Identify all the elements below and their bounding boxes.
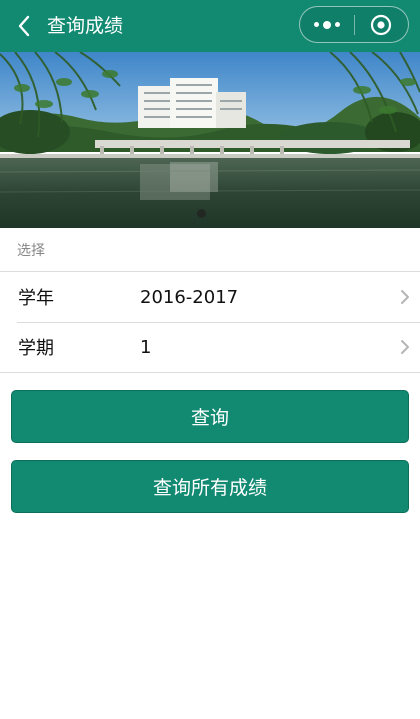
- picker-list: 学年 2016-2017 学期 1: [0, 271, 420, 373]
- campus-lake-image: [0, 52, 420, 228]
- semester-label: 学期: [18, 338, 54, 359]
- more-dots-icon: [313, 20, 340, 29]
- academic-year-label: 学年: [18, 288, 54, 309]
- academic-year-value: 2016-2017: [140, 286, 239, 308]
- chevron-right-icon: [390, 339, 420, 355]
- academic-year-picker[interactable]: 学年 2016-2017: [0, 272, 420, 322]
- mini-program-capsule: [299, 6, 409, 43]
- more-button[interactable]: [300, 7, 354, 42]
- page-title: 查询成绩: [47, 15, 124, 37]
- campus-banner[interactable]: [0, 52, 420, 228]
- semester-picker[interactable]: 学期 1: [0, 322, 420, 372]
- section-label: 选择: [17, 243, 45, 259]
- back-button[interactable]: [10, 10, 38, 42]
- close-button[interactable]: [355, 7, 409, 42]
- target-circle-icon: [371, 14, 392, 35]
- chevron-left-icon: [18, 15, 30, 37]
- query-button[interactable]: 查询: [11, 390, 409, 443]
- chevron-right-icon: [390, 289, 420, 305]
- navigation-bar: 查询成绩: [0, 0, 420, 52]
- semester-value: 1: [140, 336, 152, 358]
- banner-indicator-dot: [197, 209, 206, 218]
- query-all-grades-button[interactable]: 查询所有成绩: [11, 460, 409, 513]
